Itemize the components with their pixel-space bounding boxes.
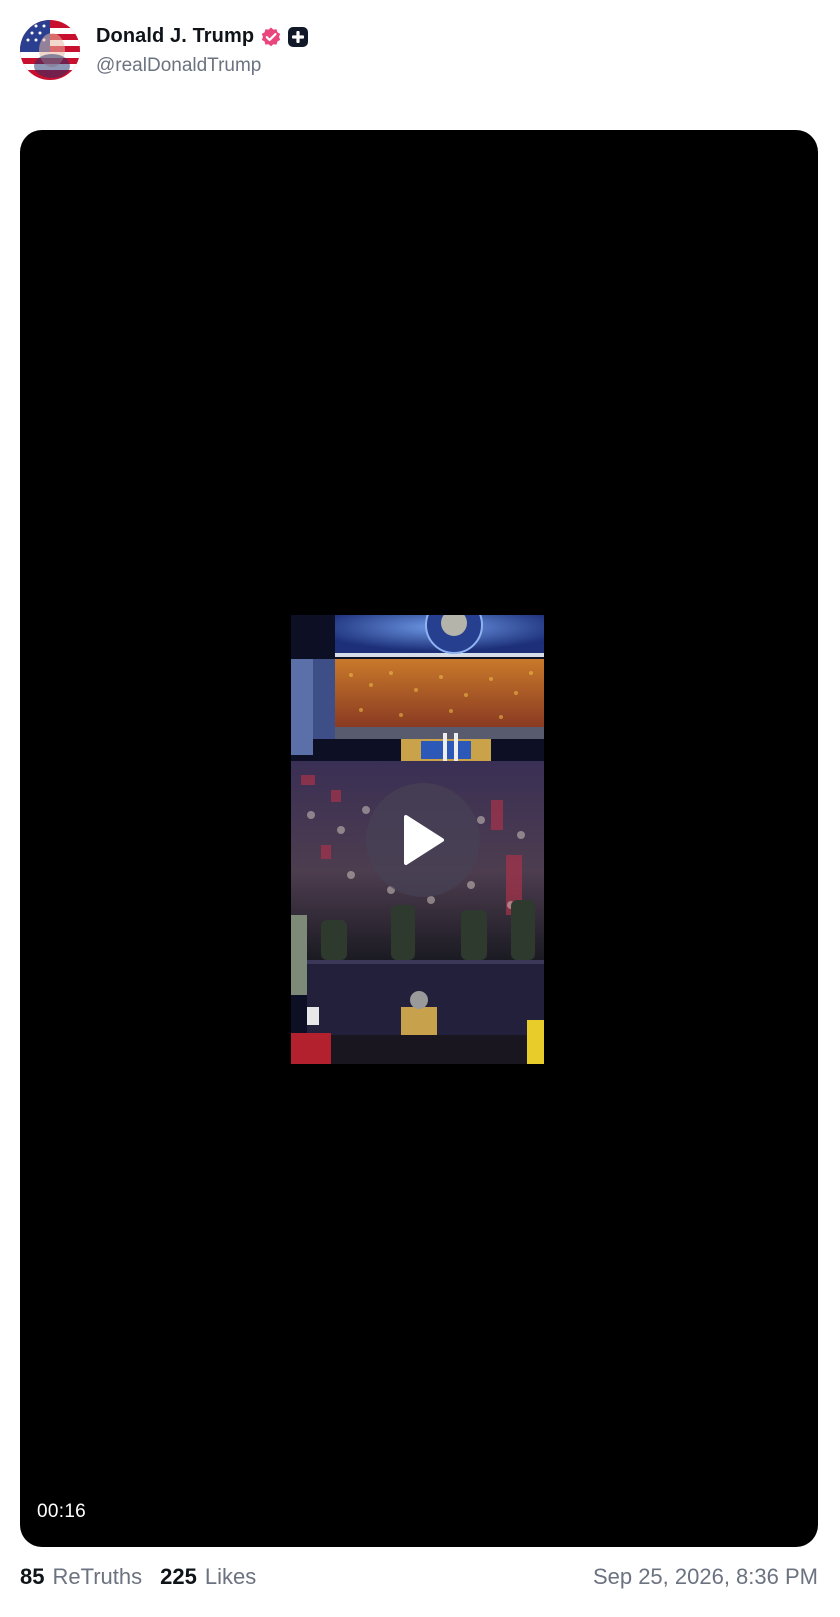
author-name[interactable]: Donald J. Trump (96, 25, 254, 48)
likes-count: 225 (160, 1564, 197, 1589)
video-duration: 00:16 (37, 1501, 87, 1522)
retruths-label: ReTruths (52, 1564, 143, 1589)
likes-label: Likes (204, 1564, 257, 1589)
post-header: Donald J. Trump @realDonaldTrump (20, 20, 309, 80)
video-player[interactable]: 00:16 (20, 130, 818, 1547)
retruths-stat[interactable]: 85 ReTruths (20, 1564, 142, 1590)
plus-badge-icon (288, 26, 309, 47)
retruths-count: 85 (20, 1564, 45, 1589)
post-timestamp[interactable]: Sep 25, 2026, 8:36 PM (593, 1564, 818, 1590)
likes-stat[interactable]: 225 Likes (160, 1564, 256, 1590)
verified-badge-icon (260, 26, 282, 48)
avatar[interactable] (20, 20, 80, 80)
author-handle[interactable]: @realDonaldTrump (96, 55, 308, 77)
play-button[interactable] (366, 783, 480, 897)
post-footer: 85 ReTruths 225 Likes Sep 25, 2026, 8:36… (20, 1562, 818, 1592)
play-icon (404, 815, 444, 865)
